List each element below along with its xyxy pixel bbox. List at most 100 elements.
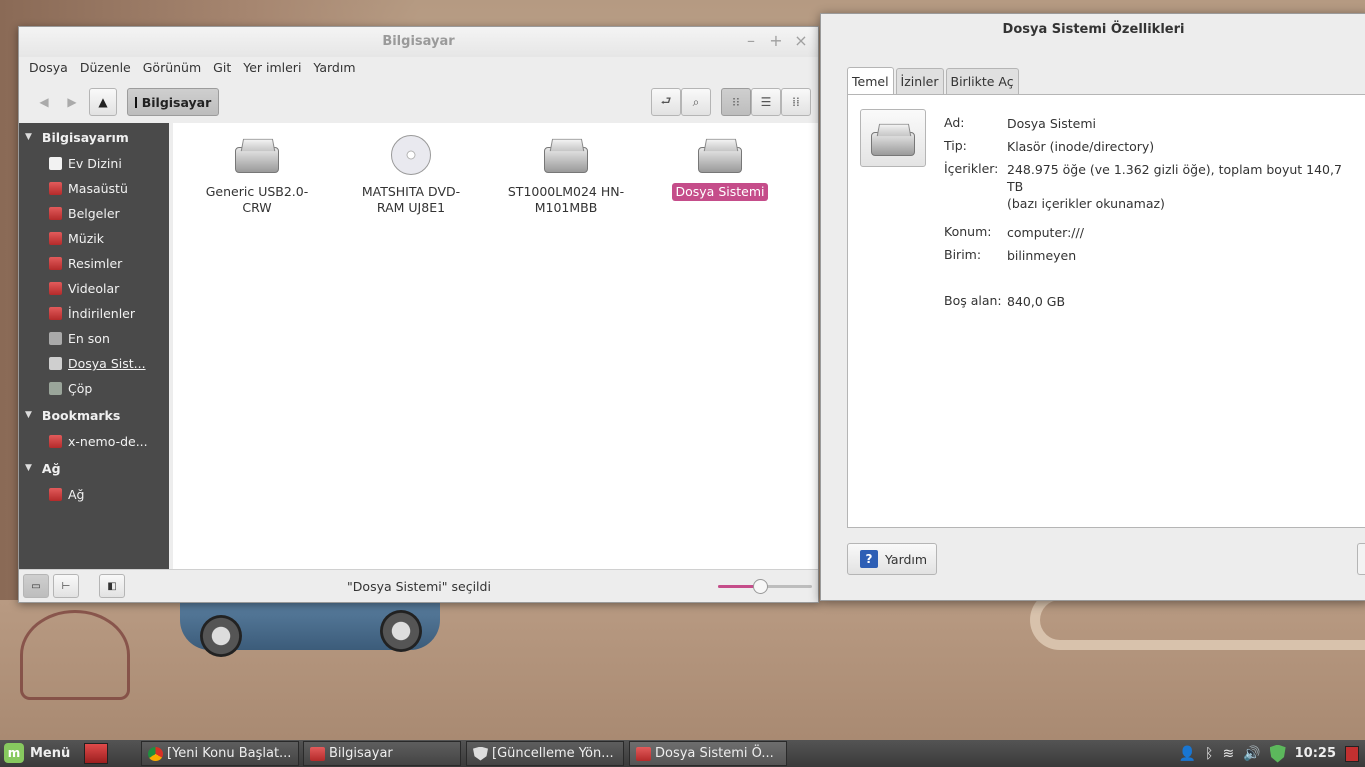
close-dialog-button[interactable] [1357,543,1365,575]
icon-view-button[interactable]: ⁝⁝ [721,88,751,116]
task-chrome[interactable]: [Yeni Konu Başlat... [141,741,299,766]
documents-folder-icon [49,207,62,220]
zoom-slider[interactable] [718,579,812,594]
taskbar: m Menü [Yeni Konu Başlat... Bilgisayar [… [0,740,1365,767]
hard-drive-icon [542,135,590,179]
sidebar-section-bookmarks[interactable]: ▼ Bookmarks [19,401,169,429]
help-button[interactable]: ? Yardım [847,543,937,575]
show-desktop-launcher[interactable] [84,743,108,764]
task-update-manager[interactable]: [Güncelleme Yön... [466,741,624,766]
maximize-button[interactable]: + [766,31,786,50]
sidebar-item-trash[interactable]: Çöp [19,376,169,401]
sidebar-item-music[interactable]: Müzik [19,226,169,251]
breadcrumb-computer[interactable]: Bilgisayar [127,88,219,116]
file-item[interactable]: MATSHITA DVD-RAM UJ8E1 [346,135,476,217]
pictures-folder-icon [49,257,62,270]
expand-triangle-icon: ▼ [25,410,32,420]
up-button[interactable]: ▲ [89,88,117,116]
minimize-button[interactable]: – [741,31,761,50]
tab-open-with[interactable]: Birlikte Aç [945,68,1019,94]
window-title: Bilgisayar [382,34,455,49]
wallpaper-bicycle [20,610,130,700]
wifi-icon[interactable]: ≋ [1222,746,1234,762]
folder-icon: ▭ [31,580,41,592]
sidebar-item-bookmark[interactable]: x-nemo-de... [19,429,169,454]
menu-bar: Dosya Düzenle Görünüm Git Yer imleri Yar… [19,57,818,79]
arrow-up-icon: ▲ [98,95,108,109]
prop-name: Ad: Dosya Sistemi [944,115,1347,132]
sidebar-item-videos[interactable]: Videolar [19,276,169,301]
volume-icon[interactable]: 🔊 [1243,746,1260,762]
back-button[interactable]: ◀ [31,88,57,116]
clock[interactable]: 10:25 [1295,746,1336,761]
system-tray: 👤 ᛒ ≋ 🔊 10:25 [1179,740,1365,767]
close-button[interactable]: × [791,31,811,50]
task-file-manager[interactable]: Bilgisayar [303,741,461,766]
sidebar-section-my-computer[interactable]: ▼ Bilgisayarım [19,123,169,151]
tab-permissions[interactable]: İzinler [895,68,944,94]
sidebar-item-documents[interactable]: Belgeler [19,201,169,226]
bluetooth-icon[interactable]: ᛒ [1205,746,1213,762]
home-icon [49,157,62,170]
compact-view-button[interactable]: ⁞⁞ [781,88,811,116]
menu-view[interactable]: Görünüm [137,57,207,79]
sidebar-item-recent[interactable]: En son [19,326,169,351]
sidebar-section-network[interactable]: ▼ Ağ [19,454,169,482]
arrow-right-icon: ▶ [67,95,77,109]
desktop-folder-icon [49,182,62,195]
help-icon: ? [860,550,878,568]
file-item[interactable]: Generic USB2.0-CRW [192,135,322,217]
menu-bookmarks[interactable]: Yer imleri [237,57,307,79]
file-item-selected[interactable]: Dosya Sistemi [655,135,785,201]
bookmark-folder-icon [49,435,62,448]
menu-go[interactable]: Git [207,57,237,79]
prop-volume: Birim: bilinmeyen [944,247,1077,263]
zoom-slider-handle[interactable] [752,579,768,594]
menu-file[interactable]: Dosya [23,57,74,79]
chrome-icon [148,746,163,761]
status-bar: ▭ ⊢ ◧ "Dosya Sistemi" seçildi [19,569,818,602]
name-value[interactable]: Dosya Sistemi [1007,115,1347,132]
search-button[interactable]: ⌕ [681,88,711,116]
menu-help[interactable]: Yardım [307,57,361,79]
sidebar-item-downloads[interactable]: İndirilenler [19,301,169,326]
list-view-button[interactable]: ☰ [751,88,781,116]
car-wheel [200,615,242,657]
tab-basic[interactable]: Temel [847,67,894,94]
tree-icon: ⊢ [61,580,71,592]
prop-free-space: Boş alan: 840,0 GB [944,293,1066,309]
sidebar-item-network[interactable]: Ağ [19,482,169,507]
recent-icon [49,332,62,345]
sidebar-item-home[interactable]: Ev Dizini [19,151,169,176]
task-properties[interactable]: Dosya Sistemi Ö... [629,741,787,766]
basic-panel: Ad: Dosya Sistemi Tip: Klasör (inode/dir… [847,94,1365,528]
menu-button[interactable]: m Menü [4,743,70,763]
hard-drive-icon [696,135,744,179]
show-places-button[interactable]: ▭ [23,574,49,598]
grid-icon: ⁝⁝ [732,95,740,109]
sidebar-item-filesystem[interactable]: Dosya Sist... [19,351,169,376]
user-icon[interactable]: 👤 [1179,746,1196,762]
prop-type: Tip: Klasör (inode/directory) [944,138,1155,154]
update-shield-icon[interactable] [1269,744,1286,763]
downloads-folder-icon [49,307,62,320]
title-bar[interactable]: Bilgisayar – + × [19,27,818,57]
prop-contents: İçerikler: 248.975 öğe (ve 1.362 gizli ö… [944,161,1342,211]
sidebar-item-pictures[interactable]: Resimler [19,251,169,276]
menu-edit[interactable]: Düzenle [74,57,137,79]
sidebar-item-desktop[interactable]: Masaüstü [19,176,169,201]
show-tree-button[interactable]: ⊢ [53,574,79,598]
hard-drive-icon[interactable] [860,109,926,167]
forward-button[interactable]: ▶ [59,88,85,116]
optical-disc-icon [387,135,435,179]
compact-icon: ⁞⁞ [792,95,800,109]
properties-dialog: Dosya Sistemi Özellikleri Temel İzinler … [820,13,1365,601]
toggle-sidebar-button[interactable]: ◧ [99,574,125,598]
trash-icon [49,382,62,395]
file-item[interactable]: ST1000LM024 HN-M101MBB [501,135,631,217]
file-view: Generic USB2.0-CRW MATSHITA DVD-RAM UJ8E… [173,123,818,569]
toggle-location-button[interactable]: ⮐ [651,88,681,116]
network-icon [49,488,62,501]
linux-mint-logo-icon: m [4,743,24,763]
show-desktop-button[interactable] [1345,745,1359,762]
